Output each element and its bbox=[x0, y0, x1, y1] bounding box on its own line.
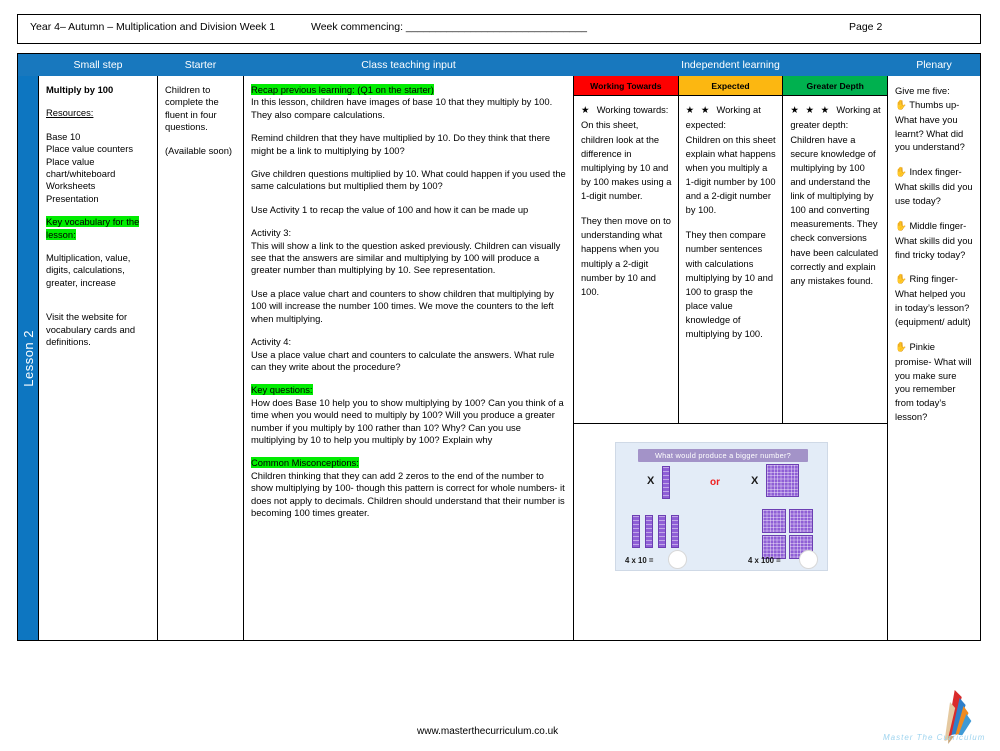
base-ten-flat bbox=[762, 509, 786, 533]
activity3-text: This will show a link to the question as… bbox=[251, 239, 561, 276]
starter-text: Children to complete the fluent in four … bbox=[165, 84, 219, 133]
footer-url[interactable]: www.masterthecurriculum.co.uk bbox=[417, 726, 558, 737]
resources-label: Resources: bbox=[46, 107, 94, 119]
page-number: Page 2 bbox=[849, 21, 883, 33]
logo-wordmark: Master The Curriculum bbox=[883, 733, 986, 742]
recap-label: Recap previous learning: (Q1 on the star… bbox=[251, 84, 434, 95]
answer-box-right[interactable] bbox=[799, 550, 818, 569]
header-small-step: Small step bbox=[39, 54, 158, 76]
star-rating-icon: ★ ★ ★ bbox=[790, 105, 832, 116]
independent-cell-greater-depth: ★ ★ ★ Working at greater depth: Children… bbox=[783, 96, 887, 424]
expected-body: Children on this sheet explain what happ… bbox=[685, 134, 776, 216]
header-starter: Starter bbox=[158, 54, 244, 76]
plenary-intro: Give me five: bbox=[895, 85, 950, 96]
plenary-item-ring-finger: Ring finger- What helped you in today’s … bbox=[895, 273, 971, 327]
key-vocabulary-list: Multiplication, value, digits, calculati… bbox=[46, 252, 131, 288]
working-towards-heading: Working towards: bbox=[596, 105, 669, 115]
base-ten-flat bbox=[766, 464, 799, 497]
class-teaching-p3: Give children questions multiplied by 10… bbox=[251, 168, 566, 192]
base-ten-flat bbox=[789, 509, 813, 533]
working-towards-body2: They then move on to understanding what … bbox=[581, 216, 671, 297]
cell-small-step: Multiply by 100 Resources: Base 10 Place… bbox=[39, 76, 158, 640]
lesson-plan-page: Year 4– Autumn – Multiplication and Divi… bbox=[0, 0, 1000, 750]
base-ten-rod bbox=[662, 466, 670, 499]
starter-availability: (Available soon) bbox=[165, 144, 233, 156]
document-header: Year 4– Autumn – Multiplication and Divi… bbox=[17, 14, 981, 44]
base-ten-rod bbox=[671, 515, 679, 548]
activity4-label: Activity 4: bbox=[251, 336, 292, 348]
header-plenary: Plenary bbox=[916, 59, 952, 71]
key-questions-text: How does Base 10 help you to show multip… bbox=[251, 396, 564, 445]
subheader-expected: Expected bbox=[678, 76, 784, 96]
class-teaching-p1: In this lesson, children have images of … bbox=[251, 96, 553, 120]
hand-icon: ✋ bbox=[895, 220, 907, 232]
header-independent-learning: Independent learning bbox=[574, 54, 888, 76]
equation-right: 4 x 100 = bbox=[748, 556, 781, 565]
header-class-teaching-input: Class teaching input bbox=[244, 54, 574, 76]
misconceptions-label: Common Misconceptions: bbox=[251, 457, 359, 469]
small-step-title: Multiply by 100 bbox=[46, 84, 114, 95]
lesson-plan-table: Small step Starter Class teaching input … bbox=[17, 53, 981, 641]
subheader-working-towards: Working Towards bbox=[574, 76, 679, 96]
plenary-item-middle-finger: Middle finger- What skills did you find … bbox=[895, 219, 973, 260]
activity3-label: Activity 3: bbox=[251, 227, 292, 239]
key-questions-label: Key questions: bbox=[251, 384, 313, 396]
cell-independent-learning: Working Towards Expected Greater Depth ★… bbox=[574, 76, 888, 640]
activity4-text: Use a place value chart and counters to … bbox=[251, 348, 555, 372]
base-ten-representation-image: What would produce a bigger number? X or… bbox=[615, 442, 828, 571]
header-spine-spacer bbox=[18, 54, 39, 76]
equation-left: 4 x 10 = bbox=[625, 556, 654, 565]
hand-icon: ✋ bbox=[895, 274, 907, 286]
hand-icon: ✋ bbox=[895, 167, 907, 179]
resources-list: Base 10 Place value counters Place value… bbox=[46, 130, 134, 204]
representation-area: What would produce a bigger number? X or… bbox=[574, 424, 887, 640]
hand-icon: ✋ bbox=[895, 341, 907, 353]
independent-cell-working-towards: ★ Working towards: On this sheet, childr… bbox=[574, 96, 679, 424]
table-header-row: Small step Starter Class teaching input … bbox=[18, 54, 980, 76]
website-note: Visit the website for vocabulary cards a… bbox=[46, 311, 136, 348]
multiply-symbol-right: X bbox=[751, 475, 759, 487]
or-label: or bbox=[710, 477, 720, 488]
table-body-row: Lesson 2 Multiply by 100 Resources: Base… bbox=[18, 76, 980, 640]
greater-depth-body: Children have a secure knowledge of mult… bbox=[790, 134, 879, 286]
multiply-symbol-left: X bbox=[647, 475, 655, 487]
plenary-item-index-finger: Index finger- What skills did you use to… bbox=[895, 166, 973, 206]
independent-subheader-row: Working Towards Expected Greater Depth bbox=[574, 76, 887, 96]
cell-class-teaching-input: Recap previous learning: (Q1 on the star… bbox=[244, 76, 574, 640]
class-teaching-p4: Use Activity 1 to recap the value of 100… bbox=[251, 203, 529, 215]
lesson-spine: Lesson 2 bbox=[18, 76, 39, 640]
base-ten-rod bbox=[658, 515, 666, 548]
answer-box-left[interactable] bbox=[668, 550, 687, 569]
base-ten-rod bbox=[645, 515, 653, 548]
representation-title: What would produce a bigger number? bbox=[638, 449, 808, 462]
misconceptions-text: Children thinking that they can add 2 ze… bbox=[251, 469, 565, 518]
star-rating-icon: ★ bbox=[581, 105, 592, 116]
subheader-greater-depth: Greater Depth bbox=[783, 76, 887, 96]
key-vocabulary-label: Key vocabulary for the lesson: bbox=[46, 216, 140, 240]
class-teaching-p5: Use a place value chart and counters to … bbox=[251, 287, 554, 324]
independent-cell-expected: ★ ★ Working at expected: Children on thi… bbox=[678, 96, 784, 424]
working-towards-body: On this sheet, children look at the diff… bbox=[581, 120, 672, 202]
independent-content-row: ★ Working towards: On this sheet, childr… bbox=[574, 96, 887, 424]
lesson-spine-label: Lesson 2 bbox=[20, 329, 36, 387]
expected-body2: They then compare number sentences with … bbox=[685, 230, 774, 340]
star-rating-icon: ★ ★ bbox=[685, 105, 712, 116]
week-commencing-field: Week commencing: _______________________… bbox=[311, 21, 587, 33]
page-title: Year 4– Autumn – Multiplication and Divi… bbox=[30, 21, 276, 33]
cell-plenary: Give me five: ✋ Thumbs up- What have you… bbox=[888, 76, 980, 640]
class-teaching-p2: Remind children that they have multiplie… bbox=[251, 132, 551, 156]
base-ten-rod bbox=[632, 515, 640, 548]
hand-icon: ✋ bbox=[895, 99, 907, 111]
cell-starter: Children to complete the fluent in four … bbox=[158, 76, 244, 640]
